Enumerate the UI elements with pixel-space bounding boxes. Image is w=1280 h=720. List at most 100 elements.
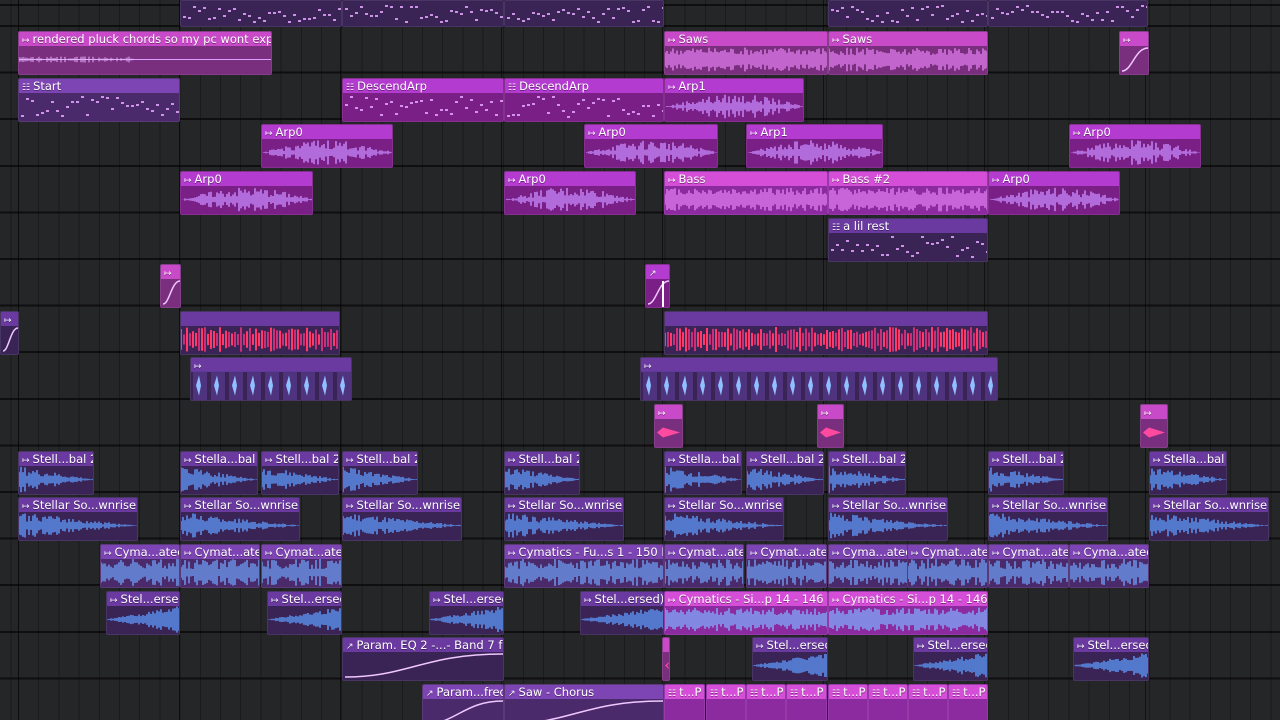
clip-header[interactable]: ☷ a lil rest bbox=[829, 219, 987, 233]
playlist-clip[interactable]: ↦Stel...ersed) bbox=[580, 591, 664, 635]
playlist-clip[interactable]: ↦Stellar So...wnriser 1 bbox=[18, 497, 138, 541]
clip-header[interactable]: ☷ t...P bbox=[707, 685, 745, 699]
playlist-clip[interactable]: ↦ bbox=[1119, 31, 1149, 75]
playlist-clip[interactable]: ↦Cymat...ated) bbox=[664, 544, 744, 588]
clip-header[interactable]: ↗ bbox=[646, 265, 669, 279]
playlist-clip[interactable]: ☷ t...P bbox=[908, 684, 948, 720]
playlist-clip[interactable]: ↦rendered pluck chords so my pc wont exp… bbox=[18, 31, 272, 75]
playlist-clip[interactable]: ↦ Stell...bal 2 bbox=[261, 451, 339, 495]
playlist-clip[interactable]: ↦ Saws bbox=[828, 31, 988, 75]
playlist-clip[interactable]: ☷ t...P bbox=[948, 684, 988, 720]
clip-header[interactable]: ↦ bbox=[641, 358, 997, 372]
clip-header[interactable]: ↦Stel...ersed) bbox=[581, 592, 663, 606]
playlist-clip[interactable]: ☷ t...P bbox=[828, 684, 868, 720]
clip-header[interactable]: ↦ Stell...bal 2 bbox=[747, 452, 823, 466]
clip-header[interactable]: ↦Cymat...ated) bbox=[747, 545, 826, 559]
clip-header[interactable]: ↦ Arp0 bbox=[989, 172, 1119, 186]
playlist-clip[interactable]: ↦Cyma...ated) bbox=[1069, 544, 1149, 588]
clip-header[interactable]: ↦ bbox=[1141, 405, 1167, 419]
playlist-clip[interactable]: ↦Cymatics - Si...p 14 - 146 BPM bbox=[664, 591, 828, 635]
playlist-clip[interactable]: ↗ Param...freq bbox=[422, 684, 504, 720]
clip-header[interactable]: ↦Stel...ersed) bbox=[268, 592, 341, 606]
playlist-clip[interactable]: ↦ Arp0 bbox=[504, 171, 636, 215]
playlist-clip[interactable] bbox=[828, 0, 988, 27]
clip-header[interactable]: ↦ Stell...bal 2 bbox=[989, 452, 1063, 466]
playlist-clip[interactable]: ↦Stellar So...wnriser 1 bbox=[180, 497, 300, 541]
playlist-clip[interactable]: ↦ bbox=[817, 404, 844, 448]
playlist-clip[interactable]: ↦ bbox=[654, 404, 683, 448]
clip-header[interactable]: ↦ Stell...bal 2 bbox=[343, 452, 417, 466]
playlist-clip[interactable]: ☷ a lil rest bbox=[828, 218, 988, 262]
clip-header[interactable]: ↦Cyma...ated) bbox=[1070, 545, 1148, 559]
playlist-clip[interactable]: ↦Cymatics - Si...p 14 - 146 BPM bbox=[828, 591, 988, 635]
playlist-clip[interactable]: ↦Cyma...ated) bbox=[828, 544, 908, 588]
clip-header[interactable]: ↦ Stell...bal 2 bbox=[505, 452, 579, 466]
clip-header[interactable]: ↦Stella...bal 2 bbox=[181, 452, 257, 466]
clip-header[interactable]: ↦Cyma...ated) bbox=[829, 545, 907, 559]
playlist-clip[interactable]: ↦ Bass bbox=[664, 171, 828, 215]
clip-header[interactable]: ↦ Bass #2 bbox=[829, 172, 987, 186]
playlist-clip[interactable]: ↦Stel...ersed) bbox=[267, 591, 342, 635]
clip-header[interactable]: ☷ t...P bbox=[665, 685, 704, 699]
playlist-clip[interactable]: ☷ Start bbox=[18, 78, 180, 122]
playlist-clip[interactable]: ↦Stella...bal 2 bbox=[664, 451, 742, 495]
clip-header[interactable] bbox=[665, 312, 987, 326]
playlist-clip[interactable] bbox=[180, 0, 342, 27]
clip-header[interactable]: ↦ Saws bbox=[665, 32, 827, 46]
playlist-clip[interactable]: ↦Cymat...ated) bbox=[907, 544, 988, 588]
playlist-clip[interactable]: ↦Cyma...ated) bbox=[100, 544, 180, 588]
clip-header[interactable]: ↦Cymatics - Fu...s 1 - 150 BPM bbox=[505, 545, 663, 559]
clip-header[interactable]: ↦ Arp0 bbox=[181, 172, 312, 186]
playlist-clip[interactable]: ↦ Stell...bal 2 bbox=[504, 451, 580, 495]
playlist-clip[interactable]: ↦ bbox=[0, 311, 19, 355]
clip-header[interactable]: ☷ t...P bbox=[829, 685, 867, 699]
clip-header[interactable]: ☷ t...P bbox=[909, 685, 947, 699]
clip-header[interactable]: ☷ DescendArp bbox=[505, 79, 663, 93]
playlist-clip[interactable] bbox=[504, 0, 664, 27]
playlist-clip[interactable]: ↦ Stell...bal 2 bbox=[746, 451, 824, 495]
playlist-clip[interactable]: ↦Stellar So...wnriser 1 bbox=[342, 497, 462, 541]
playlist-clip[interactable] bbox=[180, 311, 340, 355]
playlist-clip[interactable]: ↦Cymatics - Fu...s 1 - 150 BPM bbox=[504, 544, 664, 588]
clip-header[interactable]: ↦ Arp0 bbox=[1070, 125, 1200, 139]
clip-header[interactable]: ☷ t...P bbox=[747, 685, 785, 699]
clip-header[interactable]: ↦ Stell...bal 2 bbox=[262, 452, 338, 466]
clip-header[interactable]: ↦Stellar So...wnriser 1 bbox=[989, 498, 1107, 512]
playlist-clip[interactable]: ↦Stellar So...wnriser 1 bbox=[828, 497, 948, 541]
playlist-clip[interactable]: ☷ t...P bbox=[786, 684, 827, 720]
clip-header[interactable]: ☷ DescendArp bbox=[343, 79, 503, 93]
playlist-clip[interactable]: ↗ bbox=[645, 264, 670, 308]
playlist-clip[interactable]: ↦Stella...bal 2 bbox=[1149, 451, 1227, 495]
playlist-clip[interactable] bbox=[988, 0, 1148, 27]
playlist-clip[interactable]: ↦ bbox=[640, 357, 998, 401]
playlist-clip[interactable]: ↦ Arp1 bbox=[746, 124, 883, 168]
clip-header[interactable]: ↦Cymat...ated) bbox=[181, 545, 259, 559]
playlist-clip[interactable]: ☷ t...P bbox=[868, 684, 908, 720]
playlist-clip[interactable]: ↦Stella...bal 2 bbox=[180, 451, 258, 495]
playlist-clip[interactable]: ↦ Bass #2 bbox=[828, 171, 988, 215]
playlist-clip[interactable]: ↦Stellar So...wnriser 1 bbox=[1149, 497, 1269, 541]
clip-header[interactable]: ↦rendered pluck chords so my pc wont exp… bbox=[19, 32, 271, 46]
clip-header[interactable]: ↦Stel...ersed) bbox=[914, 638, 987, 652]
playlist-clip[interactable]: ↗Param. EQ 2 -...- Band 7 freq bbox=[342, 637, 504, 681]
clip-header[interactable]: ↦Stellar So...wnriser 1 bbox=[181, 498, 299, 512]
playlist-clip[interactable]: ↦ Arp0 bbox=[261, 124, 393, 168]
clip-header[interactable]: ↦Cymat...ated) bbox=[262, 545, 341, 559]
playlist-clip[interactable]: ↦Stellar So...wnriser 1 bbox=[988, 497, 1108, 541]
clip-header[interactable]: ↦ Saws bbox=[829, 32, 987, 46]
playlist-clip[interactable]: ☷ t...P bbox=[706, 684, 746, 720]
clip-header[interactable]: ↦Cymatics - Si...p 14 - 146 BPM bbox=[829, 592, 987, 606]
clip-header[interactable]: ↦ bbox=[1, 312, 18, 326]
clip-header[interactable]: ↗Param. EQ 2 -...- Band 7 freq bbox=[343, 638, 503, 652]
playlist-clip[interactable]: ↦ bbox=[160, 264, 181, 308]
clip-header[interactable]: ↦Cyma...ated) bbox=[101, 545, 179, 559]
clip-header[interactable]: ↦ bbox=[191, 358, 351, 372]
automation-point-marker[interactable] bbox=[662, 281, 664, 307]
clip-header[interactable]: ↗ Param...freq bbox=[423, 685, 503, 699]
clip-header[interactable] bbox=[663, 638, 669, 652]
playlist-clip[interactable]: ↦Cymat...ated) bbox=[746, 544, 827, 588]
clip-header[interactable]: ↦Stella...bal 2 bbox=[665, 452, 741, 466]
playlist-clip[interactable] bbox=[664, 311, 988, 355]
clip-header[interactable]: ↦ Stell...bal 2 bbox=[19, 452, 93, 466]
clip-header[interactable]: ↦Cymat...ated) bbox=[989, 545, 1068, 559]
